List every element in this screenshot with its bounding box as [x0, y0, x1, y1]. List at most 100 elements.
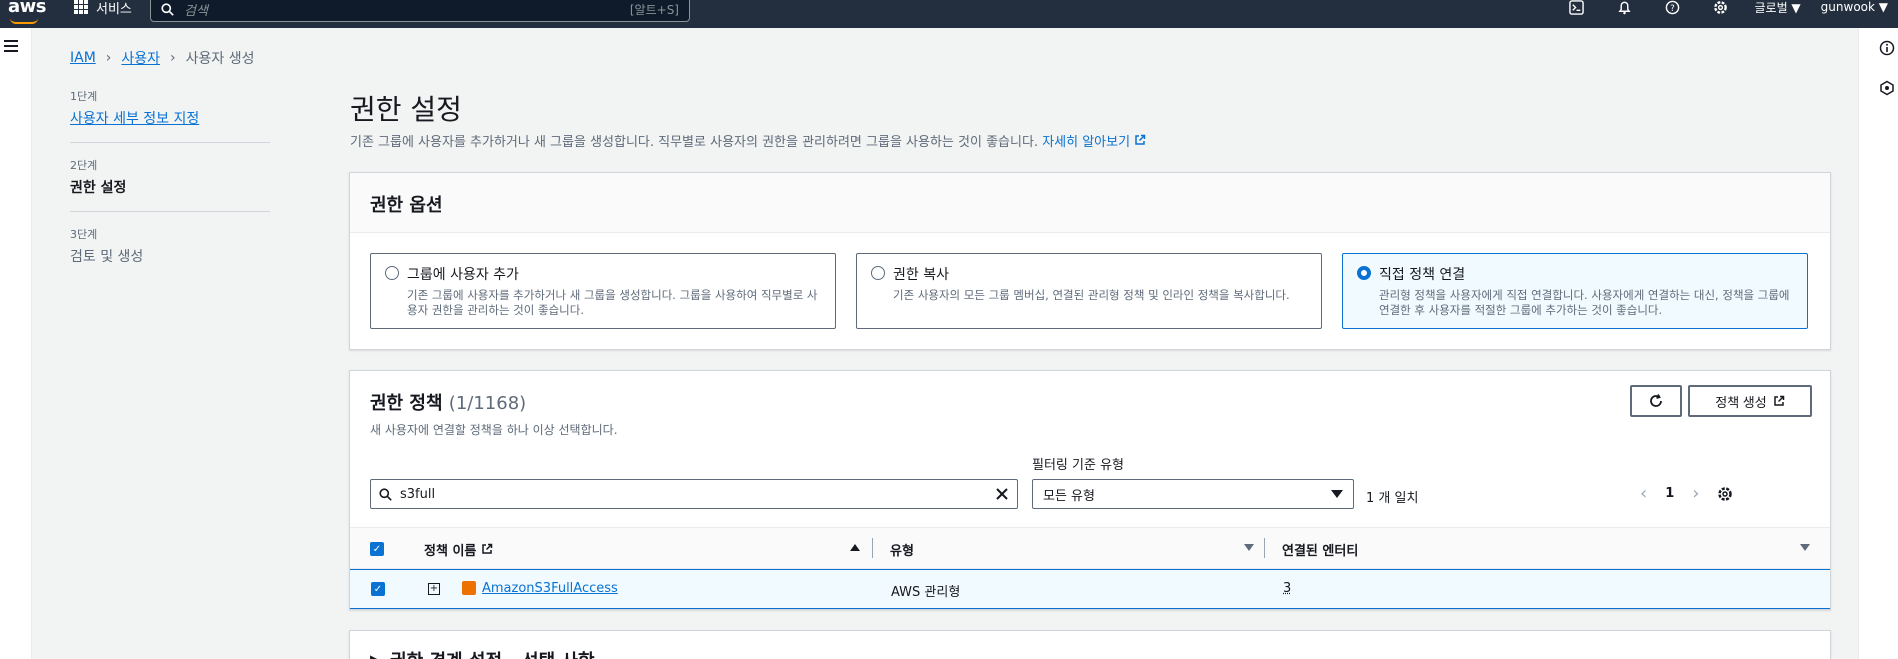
hamburger-menu-icon[interactable]	[4, 40, 18, 52]
learn-more-label: 자세히 알아보기	[1042, 135, 1131, 150]
right-rail	[1858, 28, 1898, 659]
clear-icon[interactable]	[995, 487, 1009, 501]
help-icon[interactable]: ?	[1665, 0, 1681, 15]
permissions-boundary-panel[interactable]: ▶ 권한 경계 설정 - 선택 사항	[349, 630, 1831, 659]
tile-title: 그룹에 사용자 추가	[407, 267, 519, 283]
breadcrumb-current: 사용자 생성	[185, 51, 255, 67]
policy-search-input[interactable]: s3full	[370, 479, 1018, 509]
row-checkbox[interactable]: ✓	[371, 582, 385, 596]
tile-title: 권한 복사	[893, 267, 949, 283]
svg-text:?: ?	[1670, 2, 1674, 12]
aws-managed-icon	[462, 581, 476, 595]
tile-description: 기존 그룹에 사용자를 추가하거나 새 그룹을 생성합니다. 그룹을 사용하여 …	[407, 288, 818, 317]
breadcrumb: IAM › 사용자 › 사용자 생성	[70, 48, 255, 68]
search-icon	[161, 2, 174, 16]
feedback-icon[interactable]	[1879, 80, 1895, 96]
tile-title: 직접 정책 연결	[1379, 267, 1466, 283]
breadcrumb-iam[interactable]: IAM	[70, 50, 96, 66]
aws-logo-text: aws	[8, 0, 47, 17]
breadcrumb-users[interactable]: 사용자	[121, 48, 160, 68]
column-divider[interactable]	[872, 538, 873, 558]
services-label: 서비스	[96, 1, 132, 17]
step-link-user-details[interactable]: 사용자 세부 정보 지정	[70, 108, 270, 128]
gear-icon[interactable]	[1713, 0, 1729, 15]
chevron-right-icon[interactable]: ›	[1692, 483, 1699, 504]
services-menu-button[interactable]: 서비스	[74, 0, 132, 17]
step-2: 2단계 권한 설정	[70, 157, 270, 212]
permission-options-header: 권한 옵션	[350, 173, 1830, 233]
external-link-icon	[482, 543, 493, 554]
aws-logo[interactable]: aws	[8, 0, 47, 24]
radio-add-to-group[interactable]	[385, 266, 399, 280]
search-shortcut: [알트+S]	[629, 2, 679, 17]
search-icon	[379, 487, 392, 501]
column-attached-entities[interactable]: 연결된 엔터티	[1282, 540, 1358, 559]
sort-icon[interactable]	[1244, 544, 1254, 551]
policies-title: 권한 정책 (1/1168)	[370, 389, 526, 415]
step-number: 1단계	[70, 90, 98, 103]
cloudshell-icon[interactable]	[1569, 0, 1585, 15]
step-number: 2단계	[70, 159, 98, 172]
chevron-left-icon[interactable]: ‹	[1640, 483, 1647, 504]
chevron-right-icon: ›	[170, 50, 176, 66]
policies-subtitle: 새 사용자에 연결할 정책을 하나 이상 선택합니다.	[370, 423, 618, 437]
option-copy-permissions[interactable]: 권한 복사기존 사용자의 모든 그룹 멤버십, 연결된 관리형 정책 및 인라인…	[856, 253, 1322, 329]
column-label: 정책 이름	[424, 544, 477, 559]
pagination: ‹ 1 ›	[1640, 483, 1733, 504]
column-policy-name[interactable]: 정책 이름	[424, 540, 493, 559]
policy-name-link[interactable]: AmazonS3FullAccess	[482, 581, 618, 596]
column-type[interactable]: 유형	[890, 540, 914, 559]
sort-icon[interactable]	[1800, 544, 1810, 551]
policies-count: (1/1168)	[448, 393, 527, 414]
permission-policies-panel: 권한 정책 (1/1168) 새 사용자에 연결할 정책을 하나 이상 선택합니…	[349, 370, 1831, 610]
radio-attach-policies[interactable]	[1357, 266, 1371, 280]
sort-ascending-icon[interactable]	[850, 544, 860, 551]
grid-icon	[74, 0, 88, 14]
permission-options-panel: 권한 옵션 그룹에 사용자 추가기존 그룹에 사용자를 추가하거나 새 그룹을 …	[349, 172, 1831, 350]
step-review-create: 검토 및 생성	[70, 249, 144, 265]
refresh-icon	[1650, 394, 1662, 407]
chevron-right-icon: ›	[105, 50, 112, 66]
step-current-permissions: 권한 설정	[70, 180, 127, 196]
gear-icon[interactable]	[1717, 486, 1733, 502]
create-policy-label: 정책 생성	[1715, 394, 1767, 410]
caret-down-icon	[1331, 490, 1343, 498]
radio-copy-permissions[interactable]	[871, 266, 885, 280]
external-link-icon	[1135, 134, 1146, 145]
policy-table-header: ✓ 정책 이름 유형 연결된 엔터티	[350, 527, 1830, 569]
user-menu[interactable]: gunwook ▼	[1821, 0, 1888, 14]
filter-type-label: 필터링 기준 유형	[1032, 458, 1124, 473]
column-divider[interactable]	[1264, 538, 1265, 558]
policy-search-value: s3full	[400, 486, 436, 502]
tile-description: 기존 사용자의 모든 그룹 멤버십, 연결된 관리형 정책 및 인라인 정책을 …	[893, 288, 1290, 302]
page-number[interactable]: 1	[1665, 486, 1674, 501]
permissions-boundary-title[interactable]: ▶ 권한 경계 설정 - 선택 사항	[370, 647, 595, 659]
step-3: 3단계 검토 및 생성	[70, 226, 270, 280]
page-description-text: 기존 그룹에 사용자를 추가하거나 새 그룹을 생성합니다. 직무별로 사용자의…	[350, 135, 1039, 150]
page-title: 권한 설정	[350, 93, 462, 126]
learn-more-link[interactable]: 자세히 알아보기	[1042, 134, 1146, 150]
left-rail	[0, 28, 32, 659]
create-policy-button[interactable]: 정책 생성	[1688, 385, 1812, 417]
refresh-button[interactable]	[1630, 385, 1682, 417]
table-row[interactable]: ✓ + AmazonS3FullAccess AWS 관리형 3	[350, 569, 1830, 609]
option-add-to-group[interactable]: 그룹에 사용자 추가기존 그룹에 사용자를 추가하거나 새 그룹을 생성합니다.…	[370, 253, 836, 329]
option-attach-policies[interactable]: 직접 정책 연결 관리형 정책을 사용자에게 직접 연결합니다. 사용자에게 연결…	[1342, 253, 1808, 329]
bell-icon[interactable]	[1617, 0, 1633, 15]
policy-type: AWS 관리형	[891, 585, 961, 600]
select-all-checkbox[interactable]: ✓	[370, 542, 384, 556]
global-search-input[interactable]: 검색 [알트+S]	[150, 0, 690, 22]
external-link-icon	[1773, 395, 1784, 406]
step-number: 3단계	[70, 228, 98, 241]
wizard-steps: 1단계 사용자 세부 정보 지정 2단계 권한 설정 3단계 검토 및 생성	[70, 88, 270, 294]
policies-title-text: 권한 정책	[370, 393, 443, 414]
expand-icon[interactable]: +	[428, 583, 440, 595]
match-count: 1 개 일치	[1366, 491, 1419, 506]
region-selector[interactable]: 글로벌 ▼	[1755, 0, 1801, 16]
info-icon[interactable]	[1879, 40, 1895, 56]
attached-entities-count[interactable]: 3	[1283, 581, 1291, 596]
step-1: 1단계 사용자 세부 정보 지정	[70, 88, 270, 143]
search-placeholder: 검색	[184, 3, 208, 19]
top-navigation: aws 서비스 검색 [알트+S] ? 글로벌 ▼ gunwook ▼	[0, 0, 1898, 28]
type-filter-select[interactable]: 모든 유형	[1032, 479, 1354, 509]
